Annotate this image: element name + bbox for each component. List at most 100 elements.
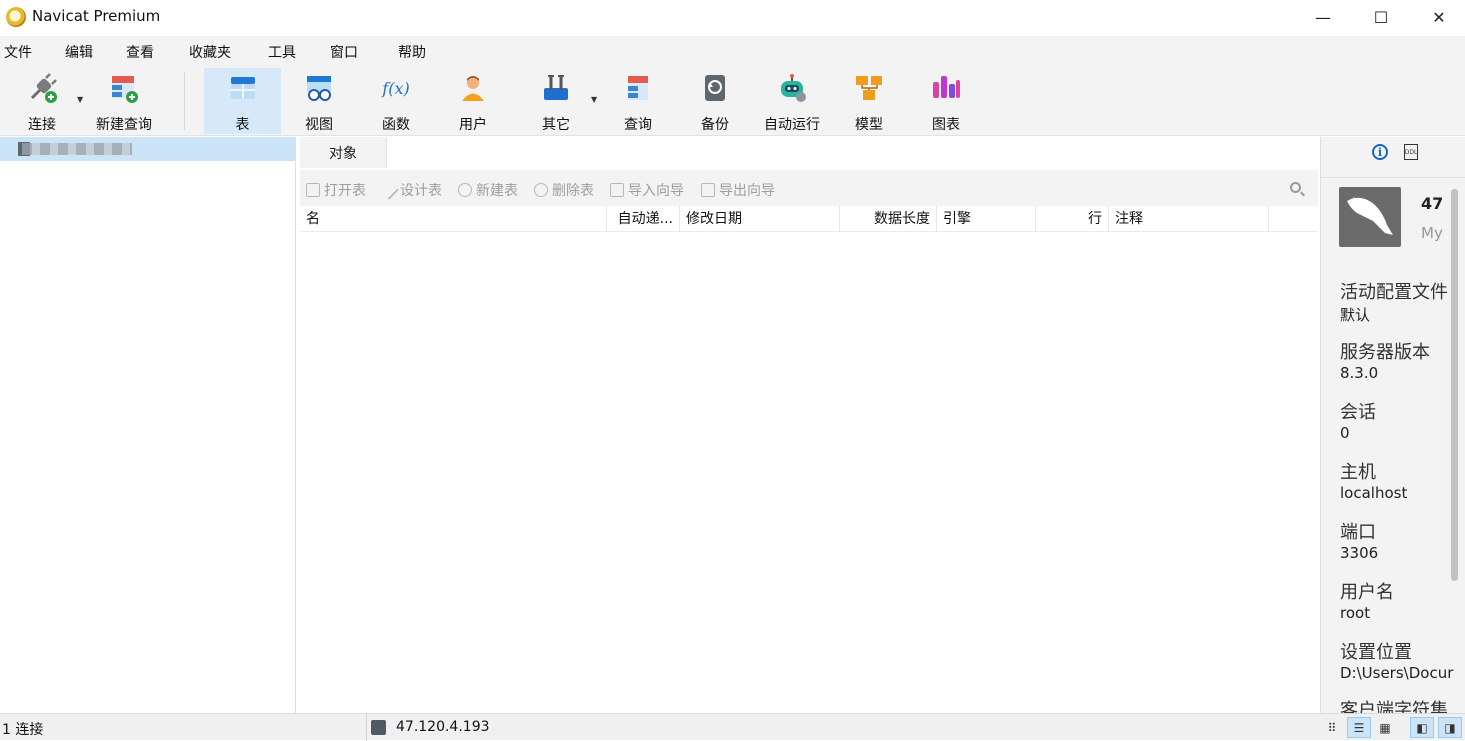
search-icon[interactable] [1290, 182, 1301, 193]
ddl-icon[interactable]: DDL [1404, 144, 1418, 160]
tab-objects[interactable]: 对象 [300, 137, 386, 168]
detail-view-icon[interactable]: ▦ [1373, 717, 1397, 738]
toolbar-divider [184, 72, 185, 130]
column-engine[interactable]: 引擎 [937, 206, 1036, 232]
mysql-dolphin-icon [1339, 187, 1401, 247]
menu-tools[interactable]: 工具 [268, 42, 296, 62]
menu-edit[interactable]: 编辑 [65, 42, 93, 62]
info-panel-divider [1321, 177, 1465, 178]
info-label-settings-location: 设置位置 [1340, 642, 1412, 663]
column-name[interactable]: 名 [300, 206, 607, 232]
minus-circle-icon [534, 183, 548, 197]
pencil-icon [379, 180, 399, 200]
delete-table-button[interactable]: 删除表 [534, 180, 594, 200]
function-fx-icon: f(x) [380, 72, 412, 104]
query-icon [622, 72, 654, 104]
redacted-connection-name [22, 143, 132, 155]
server-connection-icon [371, 720, 386, 735]
navicat-logo-icon [6, 7, 26, 27]
chart-icon [930, 72, 962, 104]
info-label-client-charset: 客户端字符集 [1340, 700, 1448, 713]
info-icon[interactable]: i [1372, 144, 1388, 160]
connect-dropdown-arrow-icon[interactable]: ▼ [77, 95, 83, 104]
title-bar: Navicat Premium — ☐ ✕ [0, 0, 1465, 34]
new-query-icon [108, 72, 140, 104]
close-button[interactable]: ✕ [1410, 0, 1465, 34]
delete-table-label: 删除表 [552, 183, 594, 199]
other-button[interactable]: 其它 [527, 68, 585, 134]
import-wizard-button[interactable]: 导入向导 [610, 180, 684, 200]
table-icon [227, 72, 259, 104]
plus-circle-icon [458, 183, 472, 197]
server-address: 47.120.4.193 [396, 719, 490, 735]
minimize-button[interactable]: — [1294, 0, 1352, 34]
grid-view-icon[interactable]: ⠿ [1320, 717, 1344, 738]
info-panel: i DDL 47 My 活动配置文件 默认 服务器版本 8.3.0 会话 0 主… [1320, 137, 1465, 713]
info-label-sessions: 会话 [1340, 402, 1376, 423]
column-auto-increment[interactable]: 自动递... [607, 206, 680, 232]
connect-label: 连接 [28, 117, 56, 133]
export-wizard-button[interactable]: 导出向导 [701, 180, 775, 200]
column-data-length[interactable]: 数据长度 [840, 206, 937, 232]
info-value-username: root [1340, 604, 1371, 622]
info-value-server-version: 8.3.0 [1340, 364, 1379, 382]
connection-tree-item[interactable] [0, 137, 296, 161]
backup-label: 备份 [701, 117, 729, 133]
status-bar: 1 连接 47.120.4.193 ⠿ ☰ ▦ ◧ ◨ [0, 713, 1465, 741]
info-label-port: 端口 [1340, 522, 1376, 543]
robot-icon [776, 72, 808, 104]
open-table-button[interactable]: 打开表 [306, 180, 366, 200]
query-label: 查询 [624, 117, 652, 133]
other-label: 其它 [542, 117, 570, 133]
new-table-button[interactable]: 新建表 [458, 180, 518, 200]
menu-window[interactable]: 窗口 [330, 42, 358, 62]
backup-button[interactable]: 备份 [686, 68, 744, 134]
info-value-host: localhost [1340, 484, 1408, 502]
connection-tree-panel [0, 137, 296, 713]
other-dropdown-arrow-icon[interactable]: ▼ [591, 95, 597, 104]
connection-name: 47 [1421, 194, 1444, 213]
connection-count: 1 连接 [2, 722, 44, 738]
toggle-left-panel-icon[interactable]: ◧ [1410, 717, 1434, 738]
view-label: 视图 [305, 117, 333, 133]
function-button[interactable]: f(x) 函数 [367, 68, 425, 134]
info-value-port: 3306 [1340, 544, 1379, 562]
chart-button[interactable]: 图表 [917, 68, 975, 134]
connect-button[interactable]: 连接 [12, 68, 72, 134]
design-table-button[interactable]: 设计表 [379, 180, 442, 200]
tab-bar-empty-area [386, 137, 1318, 168]
maximize-button[interactable]: ☐ [1352, 0, 1410, 34]
user-icon [457, 72, 489, 104]
folder-open-icon [306, 183, 320, 197]
design-table-label: 设计表 [400, 183, 442, 199]
object-tab-bar: 对象 [300, 137, 1318, 168]
automation-button[interactable]: 自动运行 [757, 68, 827, 134]
table-button[interactable]: 表 [204, 68, 281, 134]
menu-favorites[interactable]: 收藏夹 [189, 42, 231, 62]
view-button[interactable]: 视图 [290, 68, 348, 134]
menu-file[interactable]: 文件 [4, 42, 32, 62]
info-panel-scrollbar[interactable] [1451, 189, 1458, 581]
toggle-right-panel-icon[interactable]: ◨ [1438, 717, 1462, 738]
menu-view[interactable]: 查看 [126, 42, 154, 62]
automation-label: 自动运行 [764, 117, 820, 133]
query-button[interactable]: 查询 [609, 68, 667, 134]
table-label: 表 [235, 117, 250, 133]
object-toolbar: 打开表 设计表 新建表 删除表 导入向导 导出向导 [300, 170, 1318, 206]
model-label: 模型 [855, 117, 883, 133]
column-comment[interactable]: 注释 [1109, 206, 1269, 232]
model-button[interactable]: 模型 [840, 68, 898, 134]
info-label-username: 用户名 [1340, 582, 1394, 603]
menu-bar: 文件 编辑 查看 收藏夹 工具 窗口 帮助 [0, 36, 1465, 66]
info-value-profile: 默认 [1340, 306, 1371, 324]
info-value-sessions: 0 [1340, 424, 1350, 442]
info-value-settings-location: D:\Users\Docur [1340, 664, 1454, 682]
new-query-button[interactable]: 新建查询 [90, 68, 158, 134]
column-modified-date[interactable]: 修改日期 [680, 206, 840, 232]
user-button[interactable]: 用户 [444, 68, 502, 134]
window-title: Navicat Premium [32, 7, 161, 25]
user-label: 用户 [459, 117, 487, 133]
list-view-icon[interactable]: ☰ [1347, 717, 1371, 738]
column-rows[interactable]: 行 [1036, 206, 1109, 232]
menu-help[interactable]: 帮助 [398, 42, 426, 62]
